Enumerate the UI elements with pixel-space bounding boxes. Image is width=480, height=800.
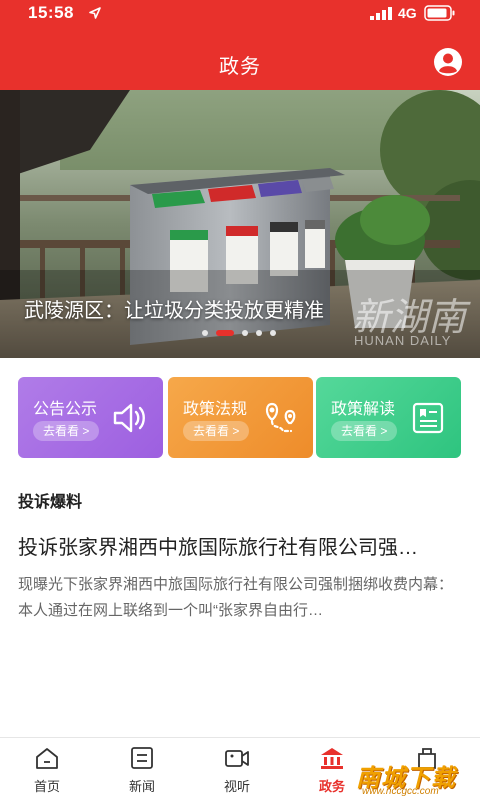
government-icon xyxy=(321,748,343,769)
nav-label: 政务 xyxy=(318,779,345,794)
nav-item-government[interactable]: 政务 xyxy=(302,738,362,800)
policy-interpretation-card[interactable]: 政策解读 去看看 > xyxy=(316,377,461,458)
carousel-dot[interactable] xyxy=(270,330,276,336)
site-watermark-logo: 南城下载 www.nccgcc.com xyxy=(356,758,474,798)
complaint-article-summary[interactable]: 现曝光下张家界湘西中旅国际旅行社有限公司强制捆绑收费内幕： 本人通过在网上联络到… xyxy=(18,572,462,624)
location-arrow-icon xyxy=(89,7,101,19)
card-title: 公告公示 xyxy=(33,401,98,418)
video-icon xyxy=(225,750,249,767)
banner-caption[interactable]: 武陵源区：让垃圾分类投放更精准 xyxy=(24,294,324,323)
card-title: 政策法规 xyxy=(183,401,248,418)
app-header: 15:58 4G 政务 xyxy=(0,0,480,90)
carousel-dot-active[interactable] xyxy=(216,330,234,336)
status-bar: 15:58 4G xyxy=(0,0,480,28)
nav-item-home[interactable]: 首页 xyxy=(17,738,77,800)
battery-icon xyxy=(424,5,455,21)
signal-icon xyxy=(370,7,392,20)
news-icon xyxy=(131,747,153,769)
card-go-button[interactable]: 去看看 > xyxy=(33,421,100,441)
nav-item-news[interactable]: 新闻 xyxy=(112,738,172,800)
complaint-article-title[interactable]: 投诉张家界湘西中旅国际旅行社有限公司强… xyxy=(18,531,462,560)
home-icon xyxy=(36,748,58,769)
carousel-dot[interactable] xyxy=(256,330,262,336)
site-watermark-url: www.nccgcc.com xyxy=(362,786,439,797)
banner-carousel[interactable]: 新湖南 HUNAN DAILY 武陵源区：让垃圾分类投放更精准 xyxy=(0,90,480,358)
carousel-indicator xyxy=(0,330,480,338)
nav-item-video[interactable]: 视听 xyxy=(207,738,267,800)
card-go-button[interactable]: 去看看 > xyxy=(183,421,250,441)
status-time: 15:58 xyxy=(28,3,74,22)
nav-label: 新闻 xyxy=(128,779,155,794)
card-title: 政策解读 xyxy=(331,401,396,418)
section-title-complaints: 投诉爆料 xyxy=(18,494,83,511)
speaker-icon xyxy=(113,403,145,433)
map-pin-route-icon xyxy=(265,402,296,433)
page-title: 政务 xyxy=(219,56,261,78)
carousel-dot[interactable] xyxy=(202,330,208,336)
nav-label: 首页 xyxy=(33,779,60,794)
policy-regulations-card[interactable]: 政策法规 去看看 > xyxy=(168,377,313,458)
reading-list-icon xyxy=(412,402,444,434)
network-type: 4G xyxy=(398,5,417,21)
nav-label: 视听 xyxy=(223,779,250,794)
announcement-card[interactable]: 公告公示 去看看 > xyxy=(18,377,163,458)
user-avatar-icon[interactable] xyxy=(433,47,463,77)
carousel-dot[interactable] xyxy=(242,330,248,336)
card-go-button[interactable]: 去看看 > xyxy=(331,421,398,441)
